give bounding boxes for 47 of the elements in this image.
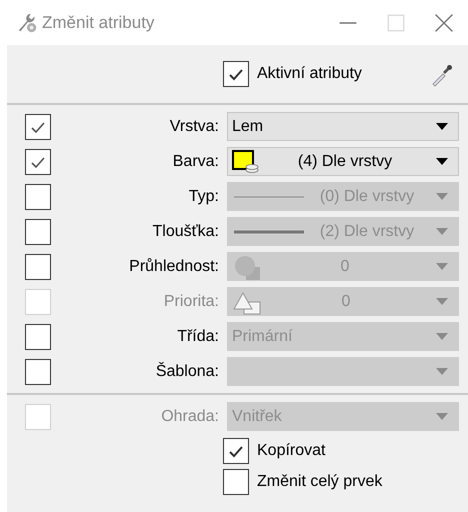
field-label: Vrstva:	[168, 118, 220, 136]
eyedropper-icon[interactable]	[430, 63, 454, 87]
caret-icon	[436, 228, 448, 235]
checkbox[interactable]	[25, 114, 51, 140]
caret-icon	[436, 298, 448, 305]
checkbox[interactable]	[223, 469, 249, 495]
caret-icon	[436, 158, 448, 165]
checkbox[interactable]	[25, 324, 51, 350]
field-label: Tloušťka:	[152, 222, 220, 240]
dropdown-value: 0	[340, 292, 352, 310]
field-label: Průhlednost:	[128, 258, 220, 276]
field-label: Typ:	[188, 188, 220, 206]
checkbox[interactable]	[25, 184, 51, 210]
dropdown-value: 0	[340, 258, 350, 276]
dropdown-value: Primární	[232, 328, 294, 346]
caret-icon	[436, 333, 448, 340]
caret-icon	[436, 193, 448, 200]
checkbox[interactable]	[25, 218, 51, 244]
line-weight-icon	[234, 230, 304, 234]
caret-icon	[436, 263, 448, 270]
checkbox-label: Aktivní atributy	[257, 65, 362, 83]
checkbox[interactable]	[25, 254, 51, 280]
checkbox[interactable]	[25, 148, 51, 174]
checkbox[interactable]	[223, 438, 249, 464]
field-label: Priorita:	[162, 292, 220, 310]
field-label: Třída:	[176, 328, 220, 346]
dropdown-value: (4) Dle vrstvy	[296, 152, 394, 170]
dropdown[interactable]: Lem	[227, 112, 459, 141]
field-label: Šablona:	[154, 362, 220, 380]
caret-icon	[436, 123, 448, 130]
dropdown-value: (0) Dle vrstvy	[318, 188, 416, 206]
tools-icon	[16, 12, 38, 34]
checkbox[interactable]	[223, 61, 249, 87]
sphere-icon	[232, 254, 260, 280]
dropdown-value: (2) Dle vrstvy	[318, 222, 416, 240]
checkbox-label: Změnit celý prvek	[257, 473, 382, 491]
field-label: Barva:	[172, 152, 220, 170]
caret-icon	[436, 413, 448, 420]
dropdown[interactable]: (4) Dle vrstvy	[227, 147, 459, 176]
field-label: Ohrada:	[160, 408, 220, 426]
dropdown-value: Lem	[232, 118, 264, 136]
checkbox[interactable]	[25, 358, 51, 384]
checkbox-label: Kopírovat	[257, 442, 326, 460]
caret-icon	[436, 368, 448, 375]
window-title: Změnit atributy	[42, 12, 154, 32]
dropdown-value: Vnitřek	[232, 408, 283, 426]
line-style-icon	[234, 194, 304, 198]
